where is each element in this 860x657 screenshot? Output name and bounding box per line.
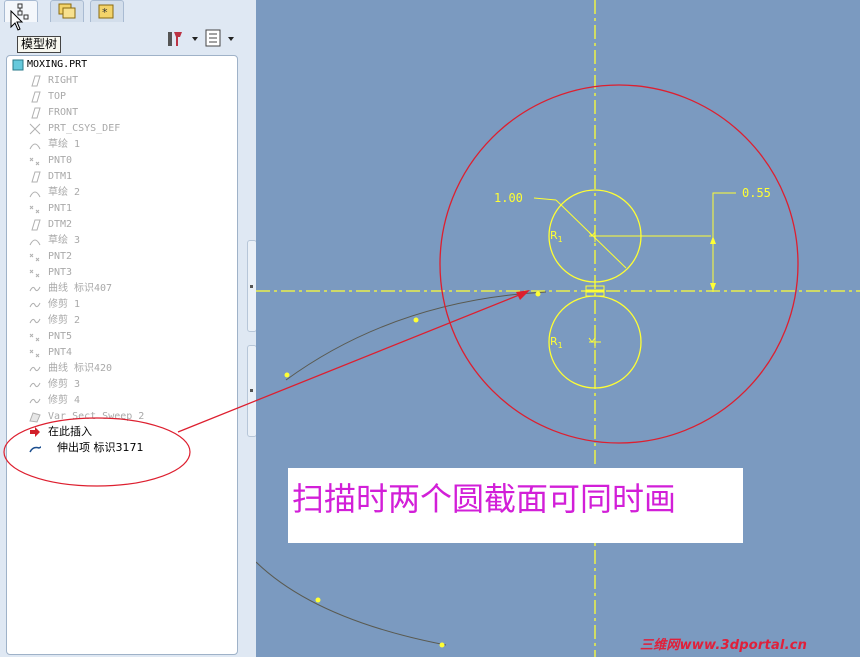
trim-icon xyxy=(29,318,41,324)
datum-plane-icon xyxy=(31,91,41,103)
tree-item-label: 修剪 3 xyxy=(48,379,81,390)
sketch-icon xyxy=(29,191,41,198)
tooltip: 模型树 xyxy=(17,36,62,53)
datum-plane-icon xyxy=(31,171,41,183)
tree-item-label: PNT3 xyxy=(48,267,73,278)
protrusion-icon xyxy=(29,446,41,453)
annotation-text: 扫描时两个圆截面可同时画 xyxy=(292,480,677,518)
insert-here-label: 在此插入 xyxy=(48,425,92,438)
tree-item-label: PNT2 xyxy=(48,251,73,262)
active-feature-label: 伸出项 标识3171 xyxy=(57,441,144,454)
insert-arrow-icon xyxy=(30,427,40,437)
datum-point-icon xyxy=(29,269,40,278)
tab-folder-browser[interactable] xyxy=(50,0,84,22)
trajectory-curve-upper xyxy=(285,291,547,381)
tab-favorites[interactable]: * xyxy=(90,0,124,22)
tree-item-label: PNT1 xyxy=(48,203,73,214)
tree-toolbar xyxy=(160,26,240,50)
watermark: 三维网www.3dportal.cn xyxy=(640,638,808,653)
tree-item-label: 曲线 标识420 xyxy=(48,363,113,374)
sketch-icon xyxy=(29,143,41,150)
datum-plane-icon xyxy=(31,219,41,231)
trajectory-point xyxy=(535,291,541,297)
tree-item-label: Var Sect Sweep 2 xyxy=(48,411,145,422)
datum-point-icon xyxy=(29,205,40,214)
splitter-grip xyxy=(250,285,253,288)
favorites-icon: * xyxy=(98,4,114,19)
trim-icon xyxy=(29,302,41,308)
trim-icon xyxy=(29,398,41,404)
tree-root-label: MOXING.PRT xyxy=(27,59,88,70)
radius-constraint-label: R1 xyxy=(550,335,563,350)
trajectory-curve-lower xyxy=(256,561,447,646)
svg-text:*: * xyxy=(102,6,108,19)
datum-point-icon xyxy=(29,157,40,166)
dimension-arrow xyxy=(710,236,716,244)
trajectory-point xyxy=(315,597,321,603)
tree-item-label: 草绘 3 xyxy=(48,235,81,246)
tree-item-label: FRONT xyxy=(48,107,79,118)
highlight-circle xyxy=(439,84,799,444)
circle-center-mark xyxy=(588,335,601,348)
trim-icon xyxy=(29,382,41,388)
csys-icon xyxy=(29,123,41,135)
tools-icon[interactable] xyxy=(166,28,200,48)
datum-point-icon xyxy=(29,253,40,262)
graphics-window[interactable]: 1.00 0.55 R1 R1 xyxy=(256,0,860,657)
tree-item-label: PRT_CSYS_DEF xyxy=(48,123,121,134)
tree-item-label: 修剪 4 xyxy=(48,395,81,406)
tree-item-label: DTM2 xyxy=(48,219,73,230)
curve-icon xyxy=(29,286,41,292)
datum-plane-icon xyxy=(31,107,41,119)
tree-item-label: 修剪 2 xyxy=(48,315,81,326)
datum-point-icon xyxy=(29,333,40,342)
tree-item-label: DTM1 xyxy=(48,171,73,182)
tree-item-label: TOP xyxy=(48,91,67,102)
datum-plane-icon xyxy=(31,75,41,87)
datum-point-icon xyxy=(29,349,40,358)
model-tree: MOXING.PRT RIGHT TOP FRONT PRT_CSYS_DEF 草绘 1… xyxy=(6,55,238,655)
panel-splitter[interactable] xyxy=(238,0,257,657)
sweep-icon xyxy=(29,412,41,423)
tree-item-label: PNT0 xyxy=(48,155,73,166)
trajectory-point xyxy=(439,642,445,648)
tree-item-label: 草绘 2 xyxy=(48,187,81,198)
tree-item-label: 草绘 1 xyxy=(48,139,81,150)
diameter-dimension-line xyxy=(555,199,627,269)
curve-icon xyxy=(29,366,41,372)
show-settings-icon[interactable] xyxy=(204,28,238,48)
folder-icon xyxy=(58,3,76,19)
dimension-leader xyxy=(533,197,557,201)
tree-item-label: 曲线 标识407 xyxy=(48,283,113,294)
navigator-tabs: * xyxy=(0,0,256,22)
offset-dimension[interactable]: 0.55 xyxy=(742,186,771,200)
tree-item-label: PNT4 xyxy=(48,347,73,358)
offset-dimension-line xyxy=(712,192,736,292)
model-tree-panel: * 模型树 MOXING.PRT RIGHT TOP FRONT PRT_CSYS_D… xyxy=(0,0,256,657)
trajectory-point xyxy=(284,372,290,378)
sketch-icon xyxy=(29,239,41,246)
trajectory-point xyxy=(413,317,419,323)
mouse-cursor-icon xyxy=(10,10,24,31)
diameter-dimension[interactable]: 1.00 xyxy=(494,191,523,205)
annotation-box: 扫描时两个圆截面可同时画 xyxy=(288,468,743,543)
radius-constraint-label: R1 xyxy=(550,229,563,244)
splitter-grip xyxy=(250,389,253,392)
sketch-canvas[interactable]: 1.00 0.55 R1 R1 xyxy=(256,0,860,657)
tree-item-label: 修剪 1 xyxy=(48,299,81,310)
dimension-arrow xyxy=(710,283,716,291)
part-icon xyxy=(12,59,24,71)
tree-item-label: PNT5 xyxy=(48,331,73,342)
tree-item-label: RIGHT xyxy=(48,75,79,86)
